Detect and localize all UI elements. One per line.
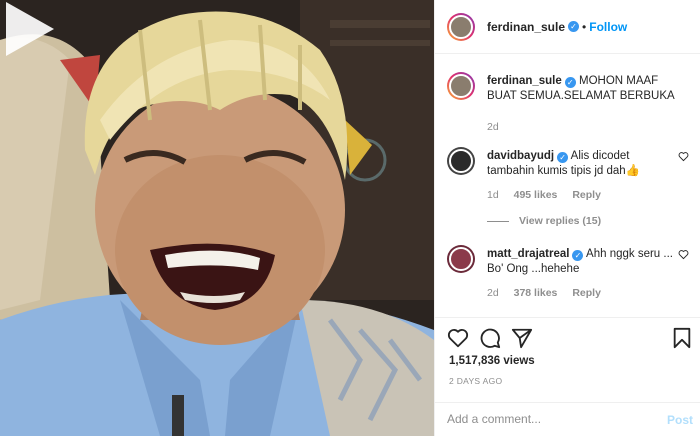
- post-button[interactable]: Post: [667, 413, 693, 427]
- comment-input[interactable]: [447, 412, 647, 426]
- comment-age[interactable]: 2d: [487, 287, 499, 299]
- comment-meta: 2d 378 likes Reply: [487, 286, 677, 301]
- view-replies-button[interactable]: View replies (15): [487, 215, 601, 227]
- heart-icon[interactable]: [447, 327, 469, 349]
- play-icon[interactable]: [0, 0, 58, 58]
- caption-meta: 2d: [487, 120, 677, 135]
- comment-likes[interactable]: 378 likes: [514, 287, 558, 299]
- heart-icon[interactable]: [678, 151, 689, 162]
- verified-icon: ✓: [572, 250, 584, 261]
- comment-icon[interactable]: [479, 327, 501, 349]
- video-frame: [0, 0, 434, 436]
- comment-age[interactable]: 1d: [487, 189, 499, 201]
- video-player[interactable]: [0, 0, 434, 436]
- verified-icon: ✓: [564, 77, 576, 88]
- share-icon[interactable]: [511, 327, 533, 349]
- post-actions: 1,517,836 views 2 DAYS AGO Post: [435, 317, 700, 436]
- caption-body: ferdinan_sule ✓ MOHON MAAF BUAT SEMUA.SEL…: [487, 74, 677, 135]
- caption-avatar[interactable]: [447, 72, 475, 100]
- caption-age[interactable]: 2d: [487, 121, 499, 133]
- comment-body: matt_drajatreal ✓ Ahh nggk seru ... Bo' O…: [487, 247, 677, 301]
- reply-button[interactable]: Reply: [572, 189, 601, 201]
- post-dialog: ferdinan_sule ✓ • Follow ferdinan_sule ✓ …: [0, 0, 700, 436]
- replies-divider: [487, 220, 509, 222]
- comments-list: ferdinan_sule ✓ MOHON MAAF BUAT SEMUA.SEL…: [435, 55, 700, 317]
- heart-icon[interactable]: [678, 249, 689, 260]
- author-username[interactable]: ferdinan_sule: [487, 20, 565, 34]
- post-sidebar: ferdinan_sule ✓ • Follow ferdinan_sule ✓ …: [434, 0, 700, 436]
- separator-dot: •: [582, 19, 587, 34]
- action-icons: [447, 327, 693, 351]
- commenter-username[interactable]: davidbayudj: [487, 150, 554, 162]
- verified-icon: ✓: [568, 21, 580, 32]
- post-header: ferdinan_sule ✓ • Follow: [435, 0, 700, 54]
- caption-username[interactable]: ferdinan_sule: [487, 75, 562, 87]
- comment-meta: 1d 495 likes Reply: [487, 188, 677, 203]
- commenter-avatar[interactable]: [447, 147, 475, 175]
- view-count[interactable]: 1,517,836 views: [449, 355, 535, 367]
- verified-icon: ✓: [557, 152, 569, 163]
- post-timestamp[interactable]: 2 DAYS AGO: [449, 376, 502, 386]
- commenter-username[interactable]: matt_drajatreal: [487, 248, 569, 260]
- reply-button[interactable]: Reply: [572, 287, 601, 299]
- follow-button[interactable]: Follow: [589, 20, 627, 34]
- bookmark-icon[interactable]: [671, 327, 693, 349]
- comment-body: davidbayudj ✓ Alis dicodet tambahin kumis…: [487, 149, 677, 203]
- commenter-avatar[interactable]: [447, 245, 475, 273]
- author-avatar[interactable]: [447, 12, 475, 41]
- view-replies-label: View replies (15): [519, 215, 602, 227]
- comment-composer: Post: [435, 402, 700, 436]
- comment-likes[interactable]: 495 likes: [514, 189, 558, 201]
